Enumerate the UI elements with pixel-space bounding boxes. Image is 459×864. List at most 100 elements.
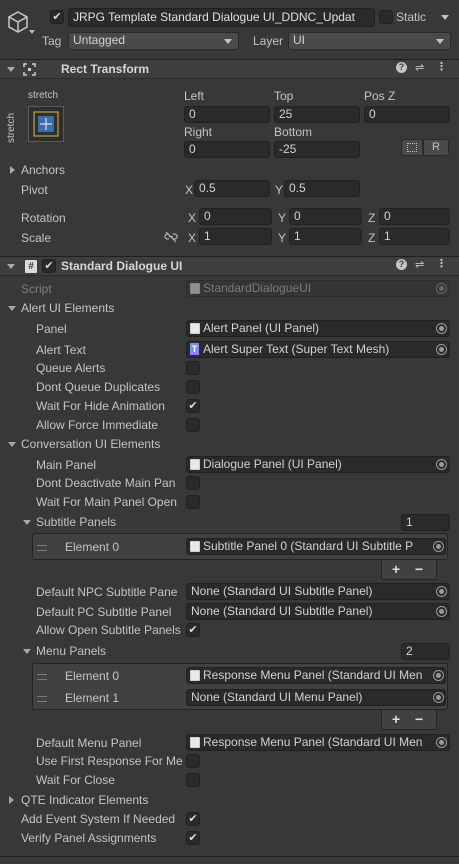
menu-panels-add-remove: + − bbox=[381, 710, 437, 730]
menu-panels-fold-icon[interactable] bbox=[23, 649, 31, 654]
rot-z-label: Z bbox=[368, 211, 376, 225]
default-menu-field[interactable]: Response Menu Panel (Standard UI Men bbox=[186, 734, 450, 751]
conversation-section-label[interactable]: Conversation UI Elements bbox=[21, 436, 160, 452]
default-npc-label: Default NPC Subtitle Pane bbox=[36, 585, 178, 599]
left-label: Left bbox=[184, 89, 205, 103]
help-icon[interactable]: ? bbox=[396, 259, 407, 270]
component-enabled-checkbox[interactable]: ✔ bbox=[42, 259, 56, 273]
menu-panels-size-field[interactable]: 2 bbox=[401, 643, 450, 660]
gameobject-name-field[interactable]: JRPG Template Standard Dialogue UI_DDNC_… bbox=[68, 8, 375, 27]
rot-x-field[interactable]: 0 bbox=[199, 208, 272, 225]
object-picker-icon[interactable] bbox=[436, 606, 447, 617]
anchors-label[interactable]: Anchors bbox=[21, 162, 65, 178]
left-field[interactable]: 0 bbox=[184, 106, 270, 123]
rot-y-field[interactable]: 0 bbox=[289, 208, 362, 225]
main-panel-field[interactable]: Dialogue Panel (UI Panel) bbox=[186, 456, 450, 473]
subtitle-panels-size-field[interactable]: 1 bbox=[401, 514, 450, 531]
add-button[interactable]: + bbox=[392, 561, 400, 577]
allow-open-checkbox[interactable]: ✔ bbox=[186, 623, 200, 637]
object-picker-icon[interactable] bbox=[436, 459, 447, 470]
posz-field[interactable]: 0 bbox=[364, 106, 450, 123]
dont-queue-checkbox[interactable] bbox=[186, 380, 200, 394]
alert-section-fold-icon[interactable] bbox=[8, 306, 16, 311]
conversation-section-fold-icon[interactable] bbox=[8, 442, 16, 447]
object-picker-icon[interactable] bbox=[436, 344, 447, 355]
verify-label: Verify Panel Assignments bbox=[21, 831, 157, 845]
scale-x-field[interactable]: 1 bbox=[199, 228, 272, 245]
constrain-proportions-icon[interactable] bbox=[164, 231, 178, 243]
wait-main-checkbox[interactable] bbox=[186, 495, 200, 509]
layer-dropdown[interactable]: UI bbox=[288, 32, 451, 50]
verify-checkbox[interactable]: ✔ bbox=[186, 831, 200, 845]
posz-label: Pos Z bbox=[364, 89, 396, 103]
active-checkbox[interactable]: ✔ bbox=[50, 10, 64, 24]
stretch-top-label: stretch bbox=[28, 90, 59, 101]
icon-dropdown-arrow[interactable] bbox=[29, 30, 35, 34]
preset-icon[interactable]: ⇌ bbox=[415, 258, 424, 271]
default-npc-field[interactable]: None (Standard UI Subtitle Panel) bbox=[186, 583, 450, 600]
qte-section-fold-icon[interactable] bbox=[9, 796, 14, 804]
object-picker-icon[interactable] bbox=[436, 586, 447, 597]
drag-handle-icon[interactable] bbox=[37, 674, 47, 680]
alert-section-label[interactable]: Alert UI Elements bbox=[21, 300, 114, 316]
object-picker-icon[interactable] bbox=[433, 692, 444, 703]
wait-hide-checkbox[interactable]: ✔ bbox=[186, 399, 200, 413]
static-dropdown-arrow[interactable] bbox=[441, 15, 449, 20]
menu-element0-field[interactable]: Response Menu Panel (Standard UI Men bbox=[186, 667, 446, 684]
right-field[interactable]: 0 bbox=[184, 141, 270, 158]
preset-icon[interactable]: ⇌ bbox=[415, 61, 424, 74]
blueprint-mode-button[interactable] bbox=[401, 139, 423, 156]
fold-arrow-icon[interactable] bbox=[7, 264, 15, 269]
scale-y-label: Y bbox=[278, 231, 287, 245]
drag-handle-icon[interactable] bbox=[37, 545, 47, 551]
object-picker-icon[interactable] bbox=[436, 737, 447, 748]
subtitle-panels-fold-icon[interactable] bbox=[23, 520, 31, 525]
rot-y-label: Y bbox=[278, 211, 287, 225]
object-picker-icon[interactable] bbox=[433, 670, 444, 681]
queue-alerts-checkbox[interactable] bbox=[186, 361, 200, 375]
pivot-x-field[interactable]: 0.5 bbox=[194, 180, 270, 197]
anchor-presets-button[interactable] bbox=[28, 106, 64, 142]
panel-field[interactable]: Alert Panel (UI Panel) bbox=[186, 320, 450, 337]
rect-transform-header[interactable]: Rect Transform ? ⇌ ⋮ bbox=[0, 59, 459, 79]
dont-deactivate-checkbox[interactable] bbox=[186, 476, 200, 490]
scale-z-field[interactable]: 1 bbox=[379, 228, 450, 245]
add-event-label: Add Event System If Needed bbox=[21, 812, 176, 826]
use-first-checkbox[interactable] bbox=[186, 754, 200, 768]
remove-button[interactable]: − bbox=[415, 561, 423, 577]
remove-button[interactable]: − bbox=[415, 711, 423, 727]
allow-force-checkbox[interactable] bbox=[186, 418, 200, 432]
alert-text-field[interactable]: Alert Super Text (Super Text Mesh) bbox=[186, 341, 450, 358]
qte-section-label[interactable]: QTE Indicator Elements bbox=[21, 792, 148, 808]
pivot-x-label: X bbox=[185, 183, 194, 197]
scale-label: Scale bbox=[21, 231, 52, 245]
object-picker-icon[interactable] bbox=[433, 541, 444, 552]
pivot-y-field[interactable]: 0.5 bbox=[284, 180, 360, 197]
top-field[interactable]: 25 bbox=[274, 106, 360, 123]
tag-dropdown[interactable]: Untagged bbox=[68, 32, 239, 50]
raw-edit-button[interactable]: R bbox=[423, 139, 449, 156]
subtitle-panels-label[interactable]: Subtitle Panels bbox=[36, 514, 116, 530]
drag-handle-icon[interactable] bbox=[37, 696, 47, 702]
dialogue-ui-header[interactable]: # ✔ Standard Dialogue UI ? ⇌ ⋮ bbox=[0, 256, 459, 276]
static-checkbox[interactable] bbox=[379, 10, 393, 24]
context-menu-icon[interactable]: ⋮ bbox=[436, 257, 447, 270]
object-picker-icon[interactable] bbox=[436, 323, 447, 334]
add-event-checkbox[interactable]: ✔ bbox=[186, 812, 200, 826]
help-icon[interactable]: ? bbox=[396, 62, 407, 73]
anchors-fold-icon[interactable] bbox=[10, 166, 15, 174]
menu-element1-field[interactable]: None (Standard UI Menu Panel) bbox=[186, 689, 446, 706]
bottom-field[interactable]: -25 bbox=[274, 141, 360, 158]
wait-close-checkbox[interactable] bbox=[186, 773, 200, 787]
static-label: Static bbox=[396, 10, 427, 24]
default-pc-field[interactable]: None (Standard UI Subtitle Panel) bbox=[186, 603, 450, 620]
add-button[interactable]: + bbox=[392, 711, 400, 727]
subtitle-element0-field[interactable]: Subtitle Panel 0 (Standard UI Subtitle P bbox=[186, 538, 446, 555]
fold-arrow-icon[interactable] bbox=[7, 67, 15, 72]
context-menu-icon[interactable]: ⋮ bbox=[436, 60, 447, 73]
wait-close-label: Wait For Close bbox=[36, 773, 115, 787]
rot-z-field[interactable]: 0 bbox=[379, 208, 450, 225]
gameobject-icon bbox=[7, 10, 29, 34]
menu-panels-label[interactable]: Menu Panels bbox=[36, 643, 106, 659]
scale-y-field[interactable]: 1 bbox=[289, 228, 362, 245]
